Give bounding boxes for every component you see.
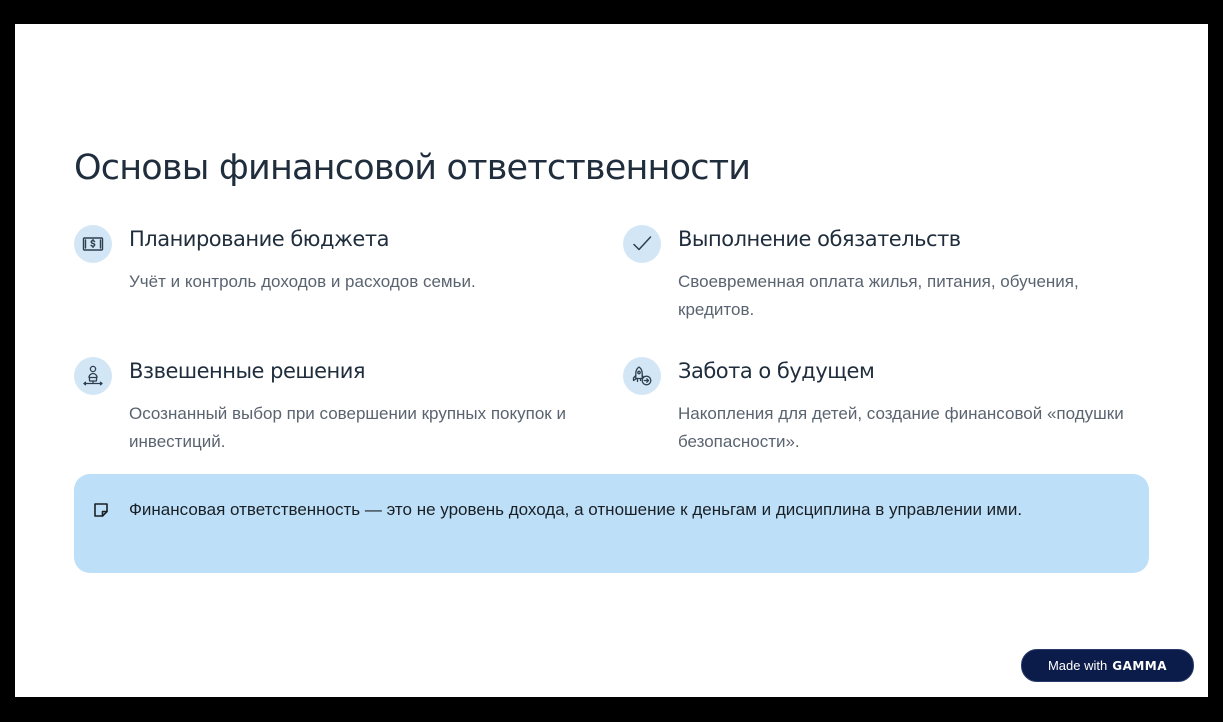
feature-title: Забота о будущем: [678, 359, 875, 383]
badge-prefix: Made with: [1047, 658, 1108, 673]
decision-person-icon: [74, 357, 112, 395]
slide: Основы финансовой ответственности Планир…: [15, 24, 1208, 697]
slide-title: Основы финансовой ответственности: [74, 148, 751, 188]
callout-text: Финансовая ответственность — это не уров…: [129, 500, 1023, 519]
feature-title: Взвешенные решения: [129, 359, 366, 383]
checkmark-icon: [623, 225, 661, 263]
rocket-icon: [623, 357, 661, 395]
feature-title: Планирование бюджета: [129, 227, 389, 251]
feature-description: Накопления для детей, создание финансово…: [678, 404, 1124, 451]
made-with-gamma-badge[interactable]: Made with GAMMA: [1021, 649, 1194, 682]
callout-box: Финансовая ответственность — это не уров…: [74, 474, 1149, 573]
feature-title: Выполнение обязательств: [678, 227, 961, 251]
feature-description: Осознанный выбор при совершении крупных …: [129, 404, 566, 451]
note-icon: [94, 503, 108, 517]
money-bill-icon: [74, 225, 112, 263]
feature-description: Своевременная оплата жилья, питания, обу…: [678, 272, 1079, 319]
feature-description: Учёт и контроль доходов и расходов семьи…: [129, 272, 476, 291]
gamma-logo: GAMMA: [1112, 658, 1168, 673]
